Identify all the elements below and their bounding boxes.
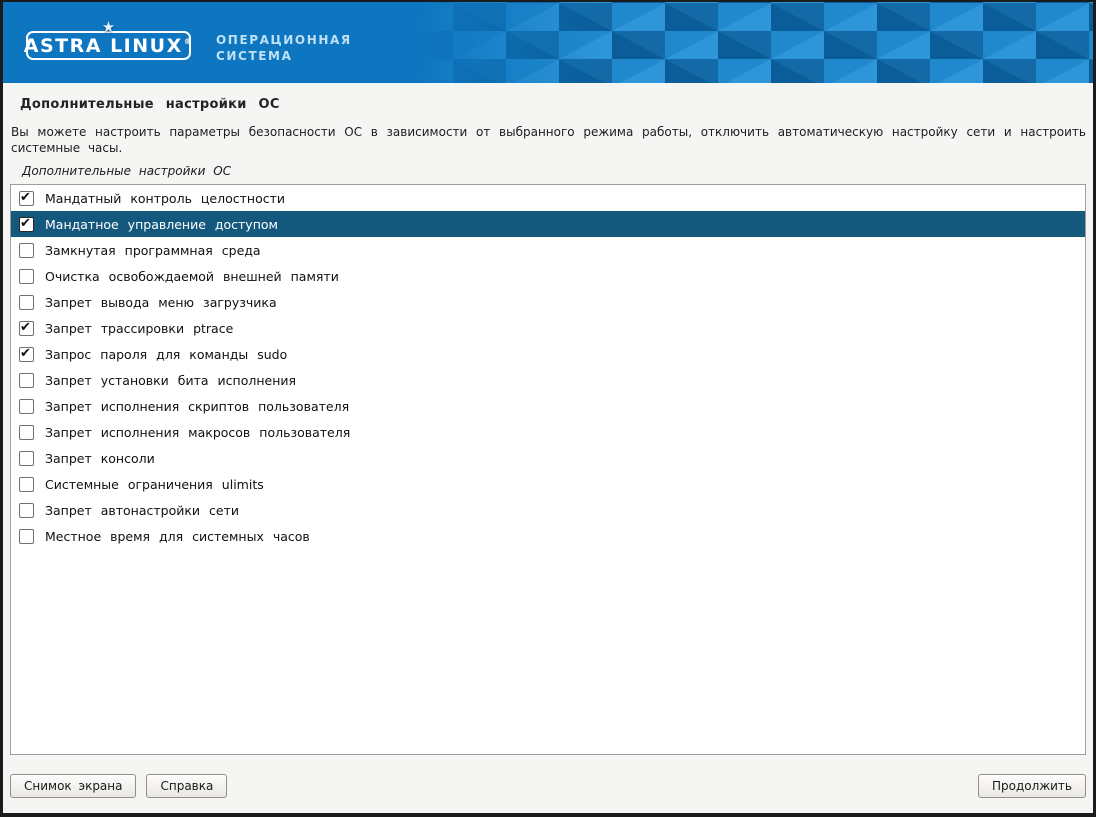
checkbox-icon[interactable] xyxy=(19,347,34,362)
checkbox-icon[interactable] xyxy=(19,399,34,414)
checkbox-icon[interactable] xyxy=(19,217,34,232)
option-label: Запрет вывода меню загрузчика xyxy=(45,295,277,310)
option-row[interactable]: Замкнутая программная среда xyxy=(11,237,1085,263)
checkbox-icon[interactable] xyxy=(19,529,34,544)
option-row[interactable]: Мандатное управление доступом xyxy=(11,211,1085,237)
option-row[interactable]: Системные ограничения ulimits xyxy=(11,471,1085,497)
option-label: Мандатное управление доступом xyxy=(45,217,278,232)
screenshot-button[interactable]: Снимок экрана xyxy=(10,774,136,798)
org-line1: ОПЕРАЦИОННАЯ xyxy=(216,32,352,48)
option-row[interactable]: Запрос пароля для команды sudo xyxy=(11,341,1085,367)
option-label: Местное время для системных часов xyxy=(45,529,310,544)
option-label: Замкнутая программная среда xyxy=(45,243,261,258)
option-row[interactable]: Мандатный контроль целостности xyxy=(11,185,1085,211)
option-label: Запрос пароля для команды sudo xyxy=(45,347,287,362)
options-list-caption: Дополнительные настройки ОС xyxy=(22,164,1086,178)
option-label: Запрет автонастройки сети xyxy=(45,503,239,518)
footer-bar: Снимок экрана Справка Продолжить xyxy=(10,774,1086,798)
option-label: Запрет трассировки ptrace xyxy=(45,321,233,336)
operating-system-caption: ОПЕРАЦИОННАЯ СИСТЕМА xyxy=(216,32,352,64)
installer-window: ★ ASTRA LINUX® ОПЕРАЦИОННАЯ СИСТЕМА Допо… xyxy=(3,2,1093,813)
header-banner: ★ ASTRA LINUX® ОПЕРАЦИОННАЯ СИСТЕМА xyxy=(3,2,1093,83)
star-icon: ★ xyxy=(102,20,115,35)
checkbox-icon[interactable] xyxy=(19,451,34,466)
page-description: Вы можете настроить параметры безопаснос… xyxy=(11,124,1086,156)
checkbox-icon[interactable] xyxy=(19,243,34,258)
option-label: Запрет консоли xyxy=(45,451,155,466)
option-label: Запрет исполнения скриптов пользователя xyxy=(45,399,349,414)
page-title: Дополнительные настройки ОС xyxy=(20,97,1086,112)
option-label: Запрет установки бита исполнения xyxy=(45,373,296,388)
checkbox-icon[interactable] xyxy=(19,503,34,518)
option-row[interactable]: Запрет исполнения скриптов пользователя xyxy=(11,393,1085,419)
astra-linux-logo: ★ ASTRA LINUX® xyxy=(26,31,191,60)
option-row[interactable]: Запрет трассировки ptrace xyxy=(11,315,1085,341)
window-frame: ★ ASTRA LINUX® ОПЕРАЦИОННАЯ СИСТЕМА Допо… xyxy=(0,0,1096,817)
checkbox-icon[interactable] xyxy=(19,191,34,206)
option-row[interactable]: Запрет консоли xyxy=(11,445,1085,471)
option-row[interactable]: Запрет вывода меню загрузчика xyxy=(11,289,1085,315)
option-label: Мандатный контроль целостности xyxy=(45,191,285,206)
logo-text: ASTRA LINUX® xyxy=(24,35,193,57)
checkbox-icon[interactable] xyxy=(19,425,34,440)
checkbox-icon[interactable] xyxy=(19,373,34,388)
option-row[interactable]: Запрет установки бита исполнения xyxy=(11,367,1085,393)
checkbox-icon[interactable] xyxy=(19,295,34,310)
option-row[interactable]: Очистка освобождаемой внешней памяти xyxy=(11,263,1085,289)
option-row[interactable]: Запрет исполнения макросов пользователя xyxy=(11,419,1085,445)
option-label: Системные ограничения ulimits xyxy=(45,477,264,492)
registered-mark: ® xyxy=(184,37,194,46)
continue-button[interactable]: Продолжить xyxy=(978,774,1086,798)
checkbox-icon[interactable] xyxy=(19,321,34,336)
checkbox-icon[interactable] xyxy=(19,477,34,492)
org-line2: СИСТЕМА xyxy=(216,48,352,64)
description-line: системные часы. xyxy=(11,140,1086,156)
options-list[interactable]: Мандатный контроль целостности Мандатное… xyxy=(10,184,1086,755)
checkbox-icon[interactable] xyxy=(19,269,34,284)
description-line: Вы можете настроить параметры безопаснос… xyxy=(11,124,1086,140)
help-button[interactable]: Справка xyxy=(146,774,227,798)
option-row[interactable]: Запрет автонастройки сети xyxy=(11,497,1085,523)
main-content: Дополнительные настройки ОС Вы можете на… xyxy=(3,83,1093,813)
option-label: Очистка освобождаемой внешней памяти xyxy=(45,269,339,284)
option-label: Запрет исполнения макросов пользователя xyxy=(45,425,350,440)
option-row[interactable]: Местное время для системных часов xyxy=(11,523,1085,549)
